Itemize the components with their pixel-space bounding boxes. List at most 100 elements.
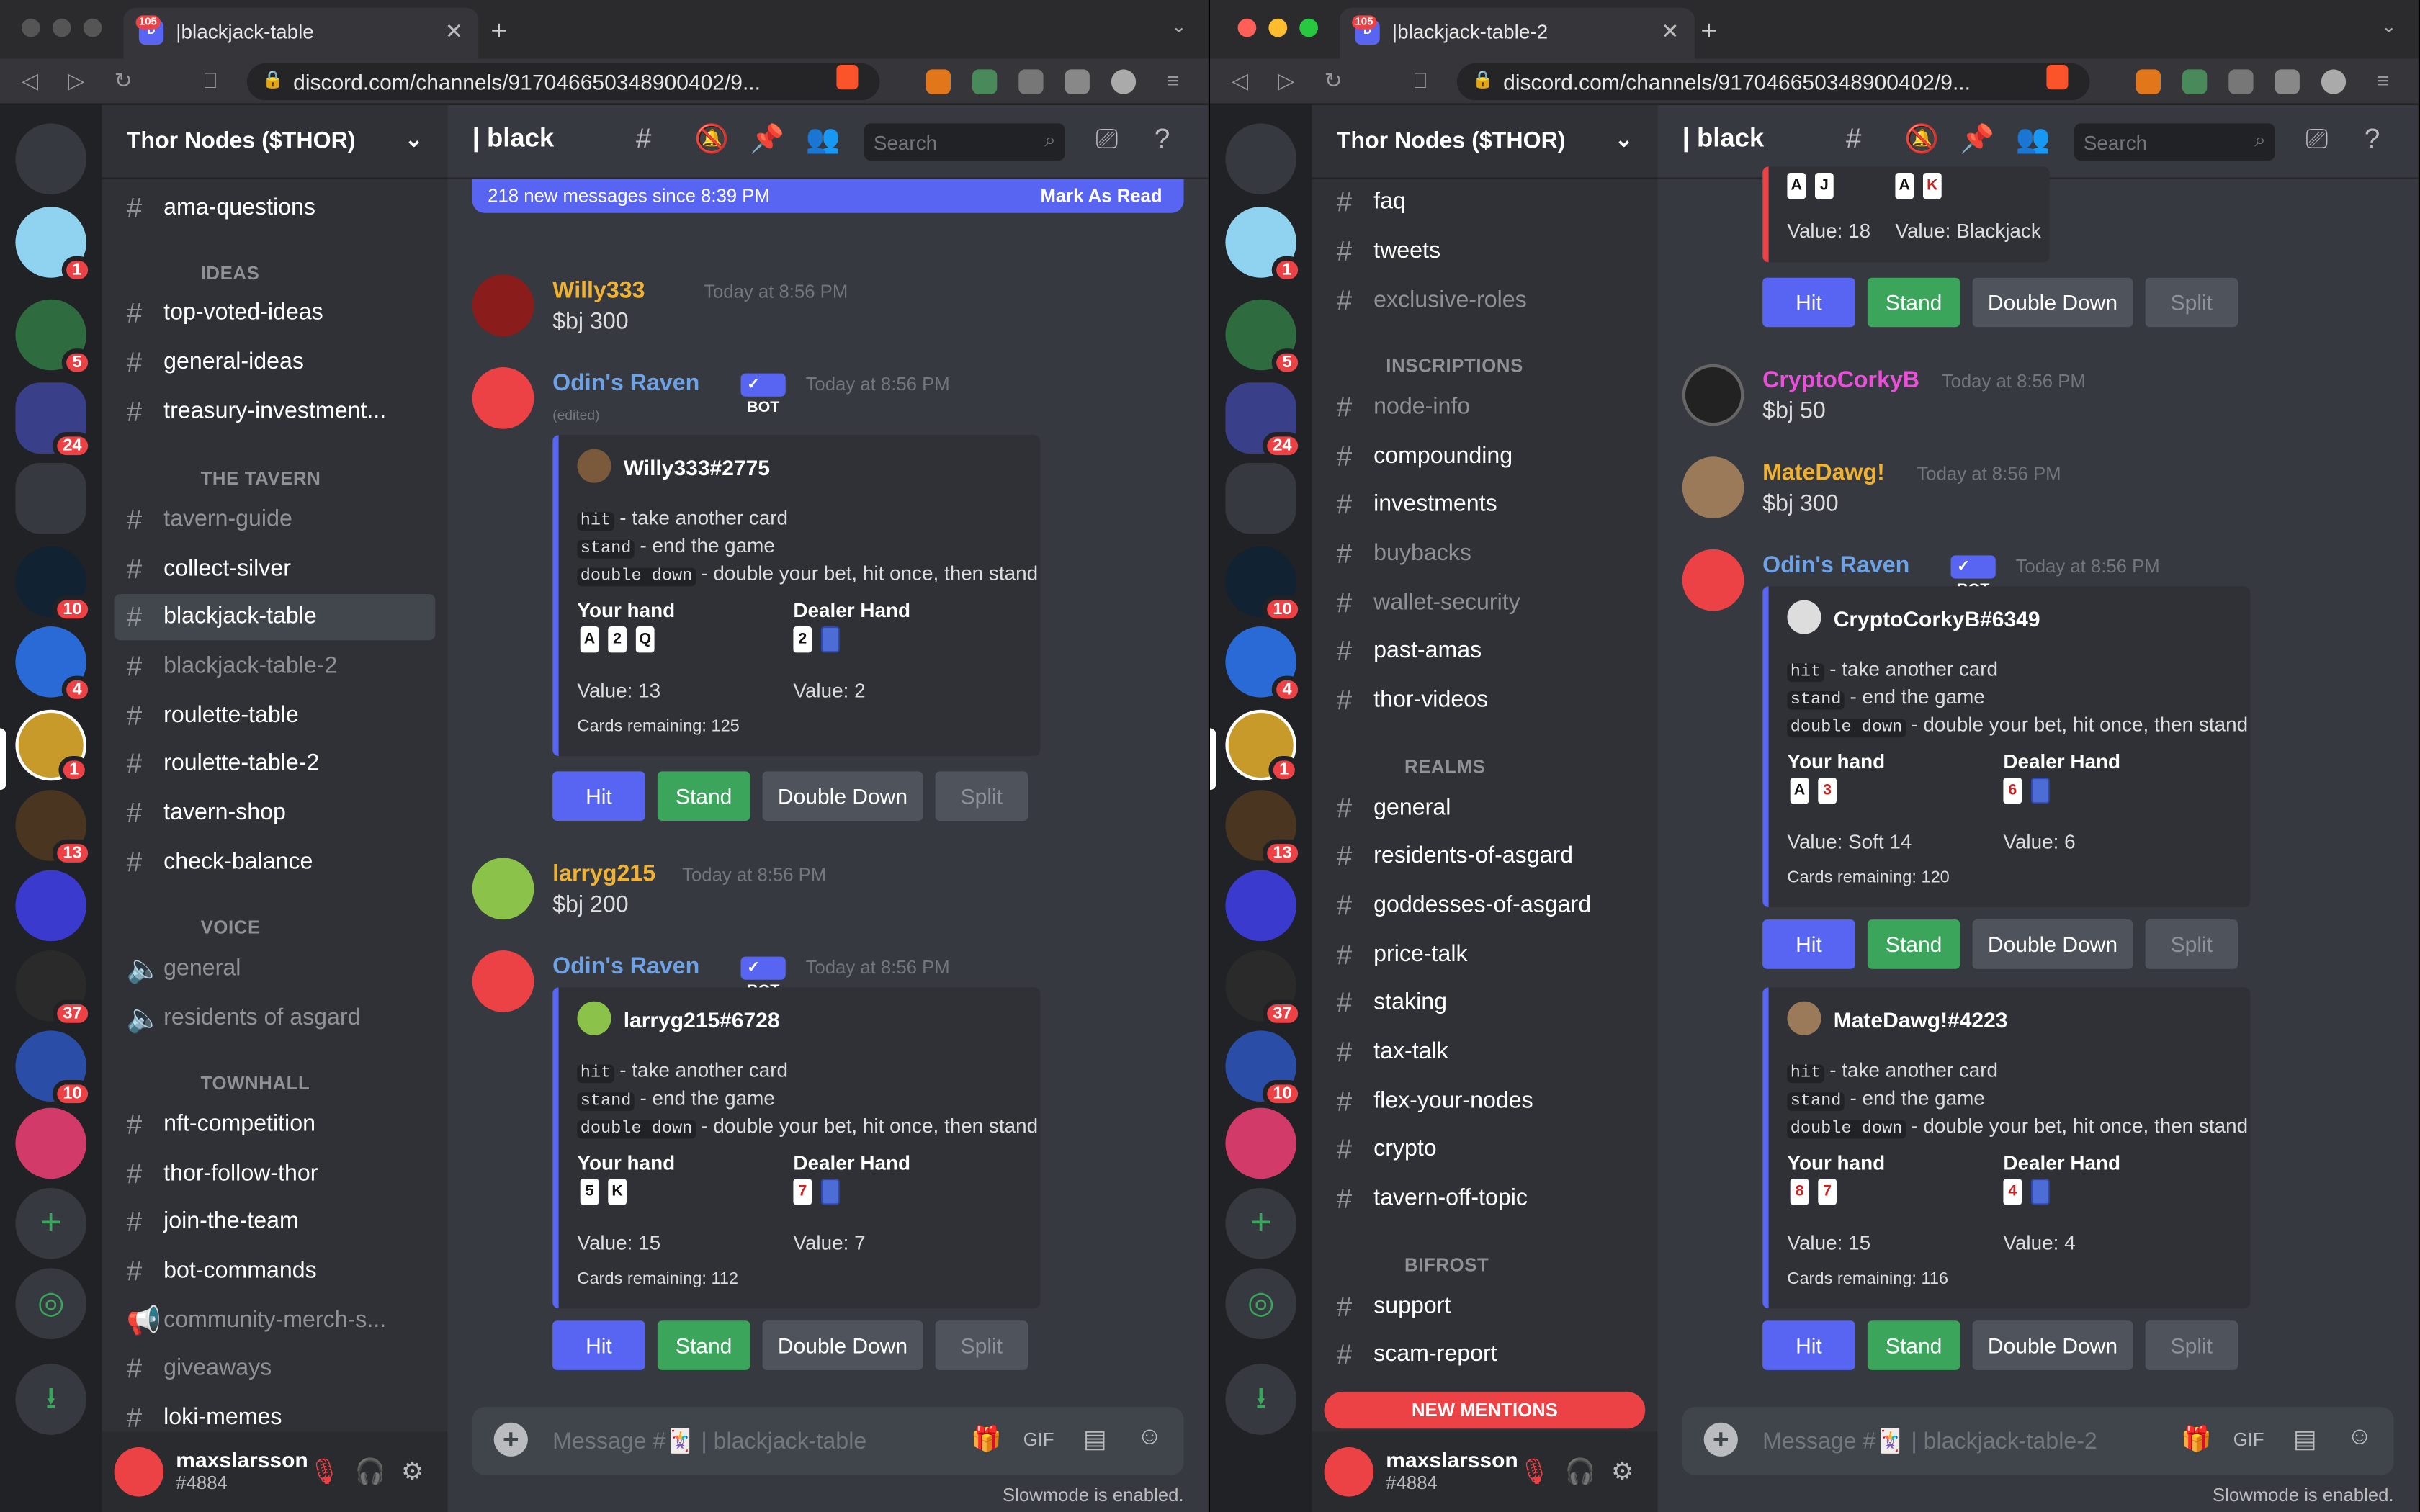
channel-investments[interactable]: # investments	[1325, 482, 1646, 528]
channel-treasury[interactable]: # treasury-investment...	[115, 389, 436, 435]
avatar[interactable]	[1682, 549, 1744, 611]
back-icon[interactable]: ◁	[1232, 68, 1248, 94]
channel-blackjack-table[interactable]: # blackjack-table	[114, 594, 436, 641]
server-icon-4[interactable]: 4	[15, 626, 93, 704]
new-messages-bar[interactable]: 218 new messages since 8:39 PM Mark As Re…	[472, 179, 1184, 213]
back-icon[interactable]: ◁	[22, 68, 38, 94]
headphones-icon[interactable]: 🎧	[355, 1457, 386, 1488]
server-icon-1[interactable]: 1	[1225, 207, 1303, 284]
mute-channel-icon[interactable]: 🔕	[694, 123, 729, 156]
channel-goddesses-of-asgard[interactable]: # goddesses-of-asgard	[1325, 883, 1646, 929]
gift-icon[interactable]: 🎁	[971, 1424, 1002, 1455]
download-icon[interactable]: ⭳	[15, 1364, 86, 1435]
server-icon-3[interactable]: 10	[15, 546, 93, 624]
mute-icon[interactable]: 🎙	[1519, 1457, 1551, 1488]
explore-icon[interactable]: ◎	[1225, 1268, 1296, 1339]
server-icon-8[interactable]: 10	[1225, 1030, 1303, 1108]
channel-exclusive-roles[interactable]: # exclusive-roles	[1325, 278, 1646, 324]
stand-button[interactable]: Stand	[657, 1320, 750, 1370]
message-input[interactable]: + Message #🃏 | blackjack-table-2 🎁 GIF ▤…	[1682, 1407, 2394, 1475]
add-server-icon[interactable]: +	[15, 1188, 86, 1259]
window-close-dot[interactable]	[1237, 18, 1257, 37]
channel-tavern-shop[interactable]: # tavern-shop	[115, 790, 436, 836]
moon-icon[interactable]	[2321, 69, 2347, 94]
threads-icon[interactable]: #	[1846, 123, 1861, 156]
channel-community-merch[interactable]: 📢 community-merch-s...	[115, 1297, 436, 1344]
window-zoom-dot[interactable]	[83, 18, 102, 37]
hit-button[interactable]: Hit	[1762, 277, 1855, 328]
metamask-icon[interactable]	[2136, 69, 2161, 94]
channel-thor-videos[interactable]: # thor-videos	[1325, 678, 1646, 724]
wallet-icon[interactable]	[2275, 69, 2300, 94]
avatar[interactable]	[472, 274, 534, 337]
server-icon-9[interactable]	[1225, 1107, 1296, 1179]
bookmark-icon[interactable]: ⎕	[1414, 68, 1427, 94]
stand-button[interactable]: Stand	[1867, 1320, 1960, 1370]
server-icon-6[interactable]	[1225, 870, 1296, 942]
add-attachment-icon[interactable]: +	[493, 1422, 528, 1457]
window-minimize-dot[interactable]	[1268, 18, 1288, 37]
channel-support[interactable]: # support	[1325, 1284, 1646, 1330]
discord-home-icon[interactable]	[1225, 123, 1296, 194]
moon-icon[interactable]	[1111, 69, 1137, 94]
channel-general[interactable]: # general	[1325, 786, 1646, 832]
inbox-icon[interactable]: ⎚	[1095, 123, 1118, 156]
members-icon[interactable]: 👥	[2016, 123, 2051, 156]
split-button[interactable]: Split	[935, 1320, 1028, 1370]
avatar[interactable]	[1682, 456, 1744, 518]
discord-home-icon[interactable]	[15, 123, 86, 194]
folder-icon[interactable]	[15, 462, 86, 534]
reload-icon[interactable]: ↻	[1325, 68, 1343, 94]
voice-channel-general[interactable]: 🔈 general	[115, 946, 436, 992]
emoji-icon[interactable]: ☺	[2347, 1424, 2372, 1452]
server-icon-4[interactable]: 4	[1225, 626, 1303, 704]
help-icon[interactable]: ?	[1155, 123, 1170, 156]
folder-icon[interactable]	[1225, 462, 1296, 534]
hit-button[interactable]: Hit	[1762, 1320, 1855, 1370]
gif-icon[interactable]: GIF	[2233, 1428, 2264, 1450]
server-folder[interactable]: 24	[1225, 382, 1303, 460]
channel-join-the-team[interactable]: # join-the-team	[115, 1199, 436, 1245]
channel-flex-your-nodes[interactable]: # flex-your-nodes	[1325, 1079, 1646, 1125]
url-field[interactable]: 🔒 discord.com/channels/91704665034890040…	[1456, 63, 2090, 101]
window-minimize-dot[interactable]	[52, 18, 71, 37]
channel-giveaways[interactable]: # giveaways	[115, 1346, 436, 1392]
channel-check-balance[interactable]: # check-balance	[115, 840, 436, 886]
headphones-icon[interactable]: 🎧	[1565, 1457, 1596, 1488]
stand-button[interactable]: Stand	[1867, 919, 1960, 969]
browser-tab[interactable]: 105 D |blackjack-table ✕	[123, 7, 479, 59]
search-input[interactable]: Search ⌕	[2074, 123, 2275, 161]
gear-icon[interactable]: ⚙	[401, 1457, 424, 1488]
channel-tax-talk[interactable]: # tax-talk	[1325, 1029, 1646, 1075]
help-icon[interactable]: ?	[2365, 123, 2380, 156]
channel-faq[interactable]: # faq	[1325, 179, 1646, 225]
guild-header[interactable]: Thor Nodes ($THOR) ⌄	[102, 105, 448, 179]
double-down-button[interactable]: Double Down	[762, 1320, 923, 1370]
pin-icon[interactable]: 📌	[750, 123, 784, 156]
stand-button[interactable]: Stand	[1867, 277, 1960, 328]
channel-residents-of-asgard[interactable]: # residents-of-asgard	[1325, 833, 1646, 879]
split-button[interactable]: Split	[2145, 1320, 2238, 1370]
menu-icon[interactable]: ≡	[1167, 68, 1180, 92]
channel-wallet-security[interactable]: # wallet-security	[1325, 580, 1646, 626]
threads-icon[interactable]: #	[636, 123, 651, 156]
channel-nft-competition[interactable]: # nft-competition	[115, 1102, 436, 1148]
forward-icon[interactable]: ▷	[68, 68, 84, 94]
avatar[interactable]	[472, 366, 534, 429]
hit-button[interactable]: Hit	[552, 1320, 645, 1370]
metamask-icon[interactable]	[926, 69, 951, 94]
channel-thor-follow-thor[interactable]: # thor-follow-thor	[115, 1151, 436, 1197]
window-zoom-dot[interactable]	[1299, 18, 1318, 37]
hit-button[interactable]: Hit	[552, 771, 645, 821]
add-server-icon[interactable]: +	[1225, 1188, 1296, 1259]
split-button[interactable]: Split	[2145, 277, 2238, 328]
avatar[interactable]	[472, 858, 534, 920]
reload-icon[interactable]: ↻	[115, 68, 133, 94]
download-icon[interactable]: ⭳	[1225, 1364, 1296, 1435]
brave-shield-icon[interactable]	[836, 65, 859, 90]
extension-icon[interactable]	[2182, 69, 2208, 94]
double-down-button[interactable]: Double Down	[762, 771, 923, 821]
explore-icon[interactable]: ◎	[15, 1268, 86, 1339]
window-close-dot[interactable]	[22, 18, 40, 37]
gif-icon[interactable]: GIF	[1023, 1428, 1054, 1450]
